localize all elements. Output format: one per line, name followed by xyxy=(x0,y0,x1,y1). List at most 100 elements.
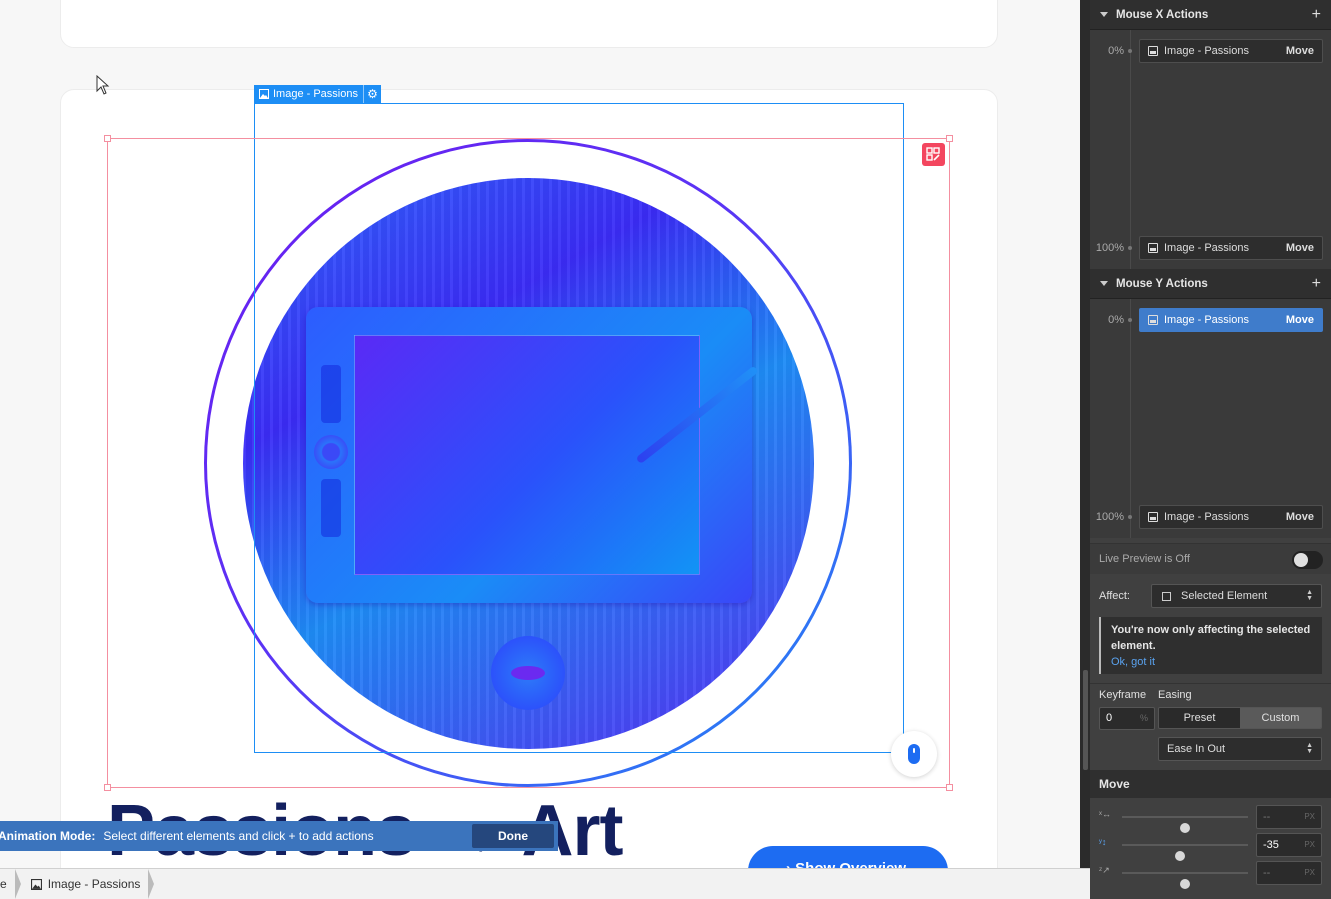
move-x-value: -- xyxy=(1263,811,1271,823)
image-icon xyxy=(1162,591,1171,601)
divider xyxy=(1090,683,1331,684)
slider-knob[interactable] xyxy=(1180,879,1190,889)
interaction-bounds xyxy=(104,135,953,791)
animation-mode-hint: Select different elements and click + to… xyxy=(103,829,374,843)
slider-knob[interactable] xyxy=(1180,823,1190,833)
keyframe-percent: 0% xyxy=(1108,314,1124,326)
image-icon xyxy=(1148,243,1158,253)
section-card-top xyxy=(60,0,998,48)
mouse-y-timeline: 0% Image - Passions Move 100% Image - Pas… xyxy=(1090,299,1331,538)
keyframe-percent: 0% xyxy=(1108,45,1124,57)
affect-value: Selected Element xyxy=(1181,590,1268,602)
resize-handle-br[interactable] xyxy=(946,784,953,791)
move-z-icon: ᶻ↗ xyxy=(1099,865,1110,875)
keyframe-label: Keyframe xyxy=(1099,689,1147,701)
select-arrows-icon: ▲ ▼ xyxy=(1306,589,1313,602)
preset-tab[interactable]: Preset xyxy=(1159,708,1240,728)
easing-select[interactable]: Ease In Out ▲ ▼ xyxy=(1158,737,1322,761)
collapse-triangle-icon[interactable] xyxy=(1100,281,1108,286)
move-y-input[interactable]: -35 PX xyxy=(1256,833,1322,857)
move-x-input[interactable]: -- PX xyxy=(1256,805,1322,829)
unit-label: PX xyxy=(1304,840,1315,849)
live-preview-label: Live Preview is Off xyxy=(1099,553,1190,565)
action-chip[interactable]: Image - Passions Move xyxy=(1139,236,1323,260)
edit-layout-icon[interactable] xyxy=(922,143,945,166)
keyframe-input[interactable]: 0 % xyxy=(1099,707,1155,730)
element-tag[interactable]: Image - Passions ⚙ xyxy=(254,85,381,103)
image-icon xyxy=(1148,512,1158,522)
keyframe-row: 100% Image - Passions Move xyxy=(1090,236,1331,260)
mouse-icon xyxy=(908,744,920,764)
move-z-input[interactable]: -- PX xyxy=(1256,861,1322,885)
action-chip[interactable]: Image - Passions Move xyxy=(1139,39,1323,63)
keyframe-percent: 100% xyxy=(1095,242,1124,254)
move-z-value: -- xyxy=(1263,867,1271,879)
keyframe-row: 100% Image - Passions Move xyxy=(1090,505,1331,529)
ok-got-it-link[interactable]: Ok, got it xyxy=(1111,654,1312,670)
scroll-mouse-button[interactable] xyxy=(891,731,937,777)
image-icon xyxy=(1148,46,1158,56)
animation-mode-bar: Animation Mode: Select different element… xyxy=(0,821,558,851)
action-target: Image - Passions xyxy=(1164,314,1249,326)
action-type: Move xyxy=(1285,45,1314,57)
action-target: Image - Passions xyxy=(1164,511,1249,523)
keyframe-value: 0 xyxy=(1106,712,1113,724)
easing-label: Easing xyxy=(1158,689,1192,701)
breadcrumb-label: Image - Passions xyxy=(47,877,141,891)
action-chip[interactable]: Image - Passions Move xyxy=(1139,505,1323,529)
mouse-y-header[interactable]: Mouse Y Actions + xyxy=(1090,269,1331,299)
keyframe-percent: 100% xyxy=(1095,511,1124,523)
resize-handle-tr[interactable] xyxy=(946,135,953,142)
resize-handle-tl[interactable] xyxy=(104,135,111,142)
unit-label: PX xyxy=(1304,868,1315,877)
mouse-cursor-icon xyxy=(96,75,110,95)
move-section-header: Move xyxy=(1090,770,1331,798)
breadcrumb-label: e xyxy=(0,877,7,891)
collapse-triangle-icon[interactable] xyxy=(1100,12,1108,17)
action-target: Image - Passions xyxy=(1164,45,1249,57)
unit-label: PX xyxy=(1304,812,1315,821)
move-z-slider[interactable] xyxy=(1122,872,1248,889)
keyframe-row: 0% Image - Passions Move xyxy=(1090,39,1331,63)
easing-value: Ease In Out xyxy=(1167,743,1226,755)
custom-tab[interactable]: Custom xyxy=(1240,708,1321,728)
done-button[interactable]: Done xyxy=(472,824,554,848)
move-x-slider[interactable] xyxy=(1122,816,1248,833)
element-tag-label-wrap: Image - Passions xyxy=(254,85,363,103)
keyframe-unit: % xyxy=(1139,713,1148,723)
mouse-x-title: Mouse X Actions xyxy=(1116,8,1209,21)
gear-icon[interactable]: ⚙ xyxy=(362,85,381,103)
interactions-panel: Mouse X Actions + 0% Image - Passions Mov… xyxy=(1090,0,1331,899)
breadcrumb-item-parent[interactable]: e xyxy=(0,869,21,899)
move-y-value: -35 xyxy=(1263,839,1279,851)
easing-mode-toggle: Preset Custom xyxy=(1158,707,1322,729)
move-y-icon: ʸ↕ xyxy=(1099,837,1107,847)
move-y-slider[interactable] xyxy=(1122,844,1248,861)
breadcrumb: e Image - Passions xyxy=(0,868,1090,899)
image-icon xyxy=(259,89,269,99)
slider-knob[interactable] xyxy=(1174,851,1185,861)
mouse-x-timeline: 0% Image - Passions Move 100% Image - Pas… xyxy=(1090,30,1331,269)
add-action-icon[interactable]: + xyxy=(1312,275,1321,293)
image-icon xyxy=(30,878,42,890)
action-type: Move xyxy=(1285,314,1314,326)
panel-scrollbar[interactable] xyxy=(1083,670,1088,770)
move-x-icon: ˣ↔ xyxy=(1099,809,1111,819)
mouse-x-header[interactable]: Mouse X Actions + xyxy=(1090,0,1331,30)
image-icon xyxy=(1148,315,1158,325)
element-tag-label: Image - Passions xyxy=(273,88,358,100)
show-overview-button[interactable]: › Show Overview xyxy=(748,846,948,868)
mouse-y-title: Mouse Y Actions xyxy=(1116,277,1208,290)
design-canvas[interactable]: Image - Passions ⚙ Passions → Art › Show… xyxy=(0,0,1080,868)
affect-notice: You're now only affecting the selected e… xyxy=(1099,617,1322,674)
select-arrows-icon: ▲ ▼ xyxy=(1306,742,1313,755)
action-type: Move xyxy=(1285,511,1314,523)
live-preview-toggle[interactable] xyxy=(1292,551,1323,569)
add-action-icon[interactable]: + xyxy=(1312,6,1321,24)
move-z-row: ᶻ↗ -- PX xyxy=(1090,861,1331,889)
action-type: Move xyxy=(1285,242,1314,254)
affect-select[interactable]: Selected Element ▲ ▼ xyxy=(1151,584,1322,608)
notice-text: You're now only affecting the selected e… xyxy=(1111,624,1311,652)
action-chip-selected[interactable]: Image - Passions Move xyxy=(1139,308,1323,332)
breadcrumb-item-current[interactable]: Image - Passions xyxy=(21,869,155,899)
